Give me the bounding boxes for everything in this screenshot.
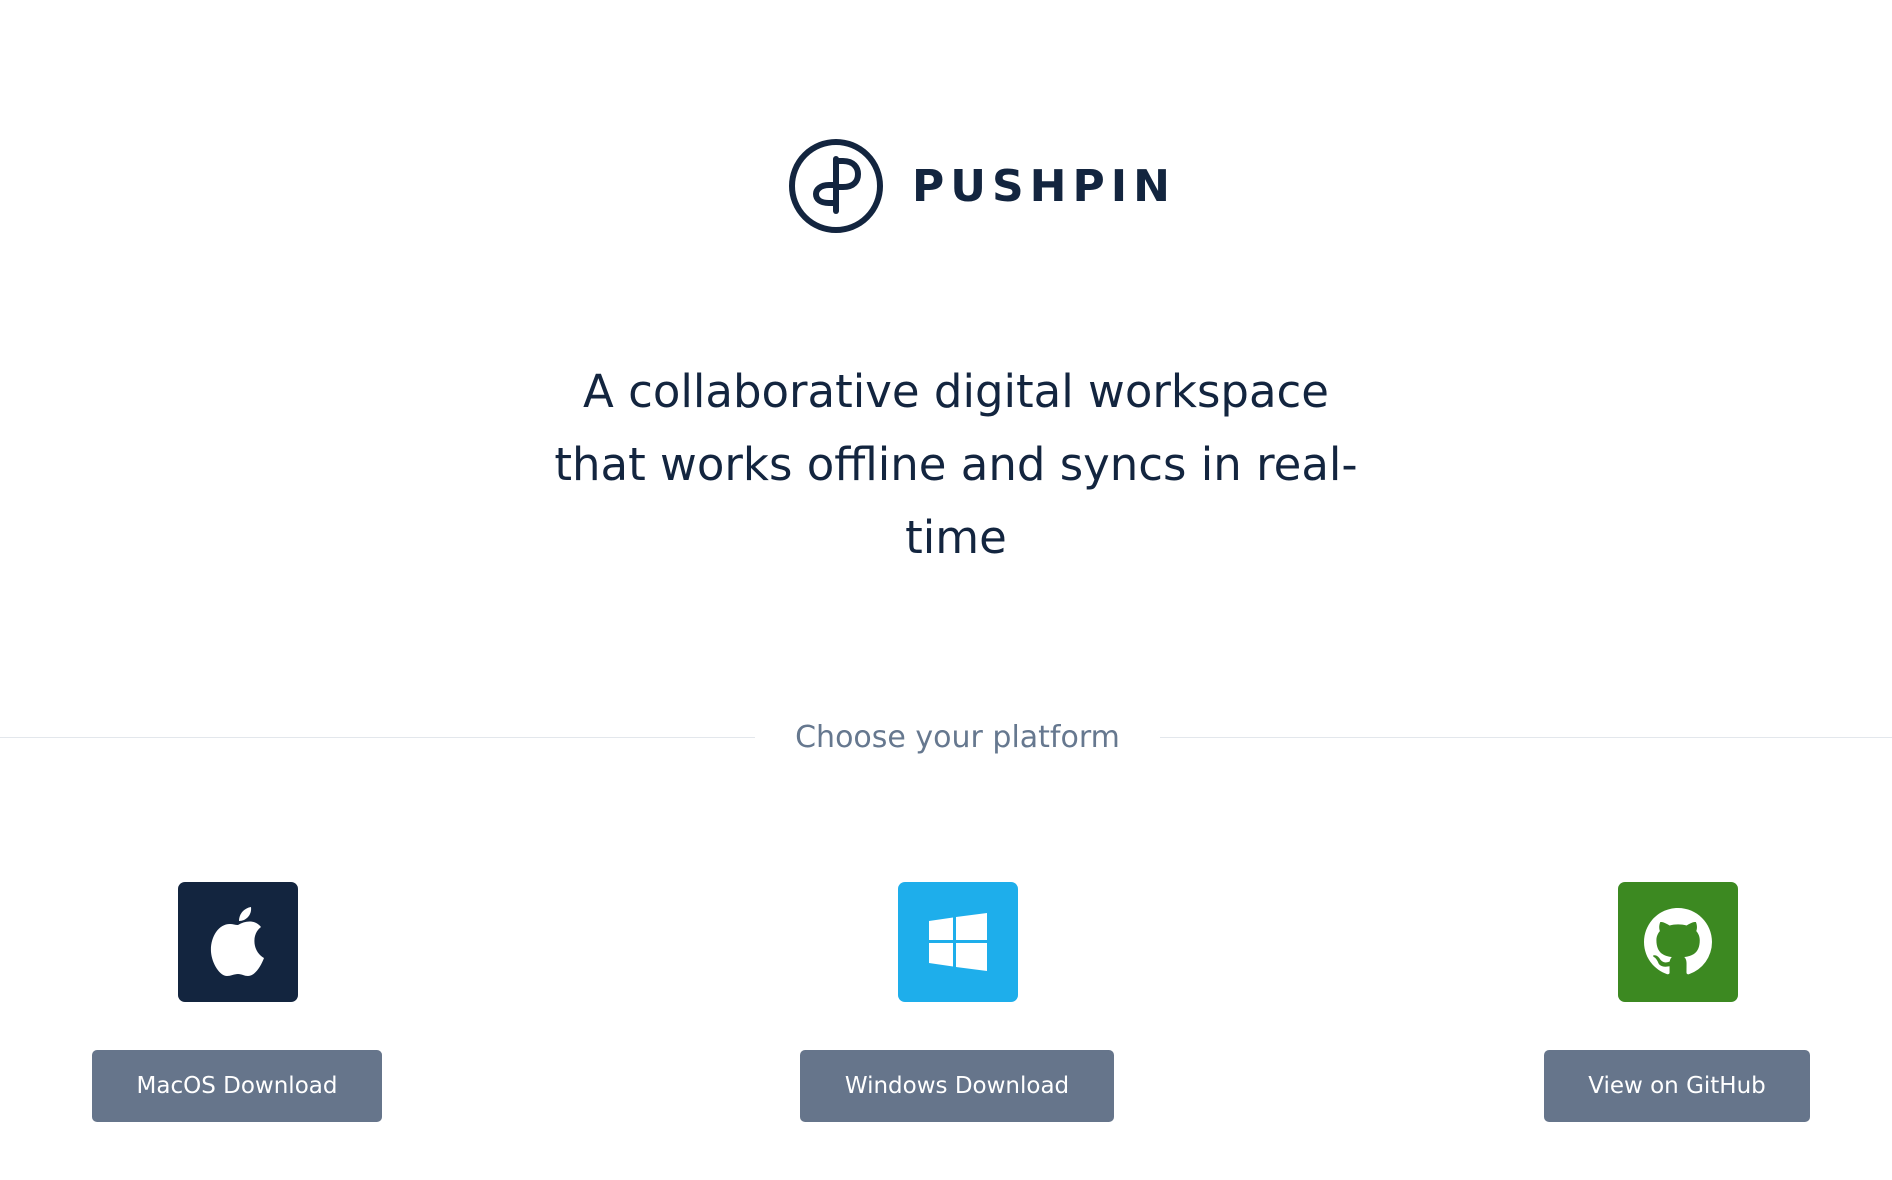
brand-logo[interactable]: PUSHPIN xyxy=(788,138,1176,234)
windows-icon xyxy=(929,913,987,971)
windows-download-button[interactable]: Windows Download xyxy=(800,1050,1114,1122)
github-button[interactable]: View on GitHub xyxy=(1544,1050,1810,1122)
download-page: PUSHPIN A collaborative digital workspac… xyxy=(0,0,1892,1180)
macos-tile[interactable] xyxy=(178,882,298,1002)
pushpin-logo-icon xyxy=(789,139,883,233)
github-tile[interactable] xyxy=(1618,882,1738,1002)
hero-tagline: A collaborative digital workspace that w… xyxy=(554,365,1358,564)
macos-download-button[interactable]: MacOS Download xyxy=(92,1050,382,1122)
apple-icon xyxy=(210,907,264,976)
brand-name: PUSHPIN xyxy=(912,160,1176,212)
windows-tile[interactable] xyxy=(898,882,1018,1002)
github-icon xyxy=(1644,908,1712,975)
platform-heading: Choose your platform xyxy=(755,713,1160,763)
